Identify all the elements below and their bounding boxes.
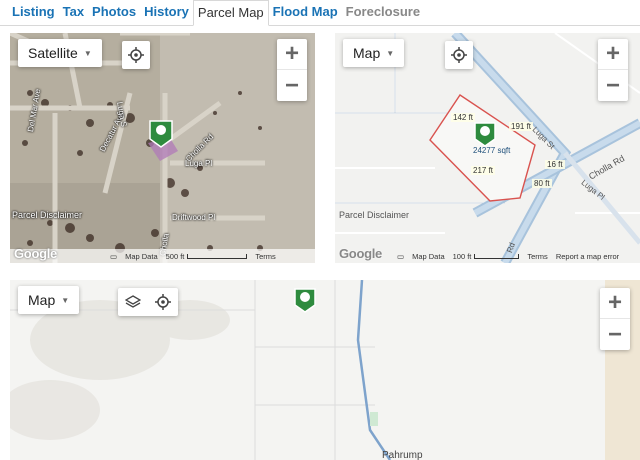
scale: 100 ft — [453, 252, 520, 261]
map-type-dropdown[interactable]: Map ▼ — [343, 39, 405, 67]
street-label: Luga Pl — [185, 159, 213, 168]
google-logo: Google — [339, 246, 382, 261]
area-road-map — [10, 280, 640, 460]
street-label: Driftwood Pl — [172, 213, 216, 222]
tab-bar: Listing Tax Photos History Parcel Map Fl… — [0, 0, 640, 26]
keyboard-icon: ▭ — [110, 251, 118, 261]
parcel-dimension: 191 ft — [509, 122, 534, 131]
parcel-disclaimer-link[interactable]: Parcel Disclaimer — [339, 210, 409, 220]
parcel-dimension: 217 ft — [471, 166, 496, 175]
terms-link[interactable]: Terms — [255, 252, 275, 261]
locate-button[interactable] — [445, 41, 473, 69]
zoom-in-button[interactable]: + — [600, 288, 630, 319]
zoom-control: + − — [598, 39, 628, 101]
zoom-control: + − — [600, 288, 630, 350]
parcel-dimension: 80 ft — [532, 179, 552, 188]
tab-foreclosure[interactable]: Foreclosure — [342, 0, 424, 26]
layers-icon[interactable] — [125, 294, 141, 310]
map-tools — [118, 288, 178, 316]
tab-tax[interactable]: Tax — [59, 0, 88, 26]
parcel-disclaimer-link[interactable]: Parcel Disclaimer — [12, 210, 82, 220]
tab-flood-map[interactable]: Flood Map — [269, 0, 342, 26]
zoom-out-button[interactable]: − — [600, 319, 630, 350]
parcel-dimension: 16 ft — [545, 160, 565, 169]
google-logo: Google — [14, 246, 57, 261]
crosshair-icon — [451, 47, 467, 63]
map-type-dropdown[interactable]: Map ▼ — [18, 286, 80, 314]
town-label: Pahrump — [382, 450, 423, 460]
parcel-area: 24277 sqft — [473, 146, 511, 155]
keyboard-icon: ▭ — [397, 251, 405, 261]
map-type-dropdown[interactable]: Satellite ▼ — [18, 39, 102, 67]
tab-photos[interactable]: Photos — [88, 0, 140, 26]
terms-link[interactable]: Terms — [527, 252, 547, 261]
crosshair-icon[interactable] — [155, 294, 171, 310]
report-map-error-link[interactable]: Report a map error — [556, 252, 619, 261]
map-type-label: Satellite — [28, 45, 78, 61]
satellite-map[interactable]: Satellite ▼ + − Del Mar Ave Decatur Ave … — [10, 33, 315, 263]
map-type-label: Map — [353, 45, 381, 61]
locate-button[interactable] — [122, 41, 150, 69]
satellite-imagery — [10, 33, 315, 263]
zoom-in-button[interactable]: + — [598, 39, 628, 70]
zoom-in-button[interactable]: + — [277, 39, 307, 70]
map-data-link[interactable]: Map Data — [412, 252, 445, 261]
zoom-out-button[interactable]: − — [598, 70, 628, 101]
parcel-dimension: 142 ft — [451, 113, 476, 122]
tab-parcel-map[interactable]: Parcel Map — [192, 0, 269, 26]
zoom-out-button[interactable]: − — [277, 70, 307, 101]
chevron-down-icon: ▼ — [386, 48, 395, 58]
tab-listing[interactable]: Listing — [8, 0, 59, 26]
tab-history[interactable]: History — [140, 0, 193, 26]
area-map[interactable]: Map ▼ + − Pahrump — [10, 280, 640, 460]
parcel-map[interactable]: Map ▼ + − 142 ft 191 ft 16 ft 217 ft 80 … — [335, 33, 640, 263]
scale: 500 ft — [166, 252, 248, 261]
chevron-down-icon: ▼ — [83, 48, 92, 58]
crosshair-icon — [128, 47, 144, 63]
zoom-control: + − — [277, 39, 307, 101]
chevron-down-icon: ▼ — [61, 295, 70, 305]
map-type-label: Map — [28, 292, 56, 308]
map-data-link[interactable]: Map Data — [125, 252, 158, 261]
